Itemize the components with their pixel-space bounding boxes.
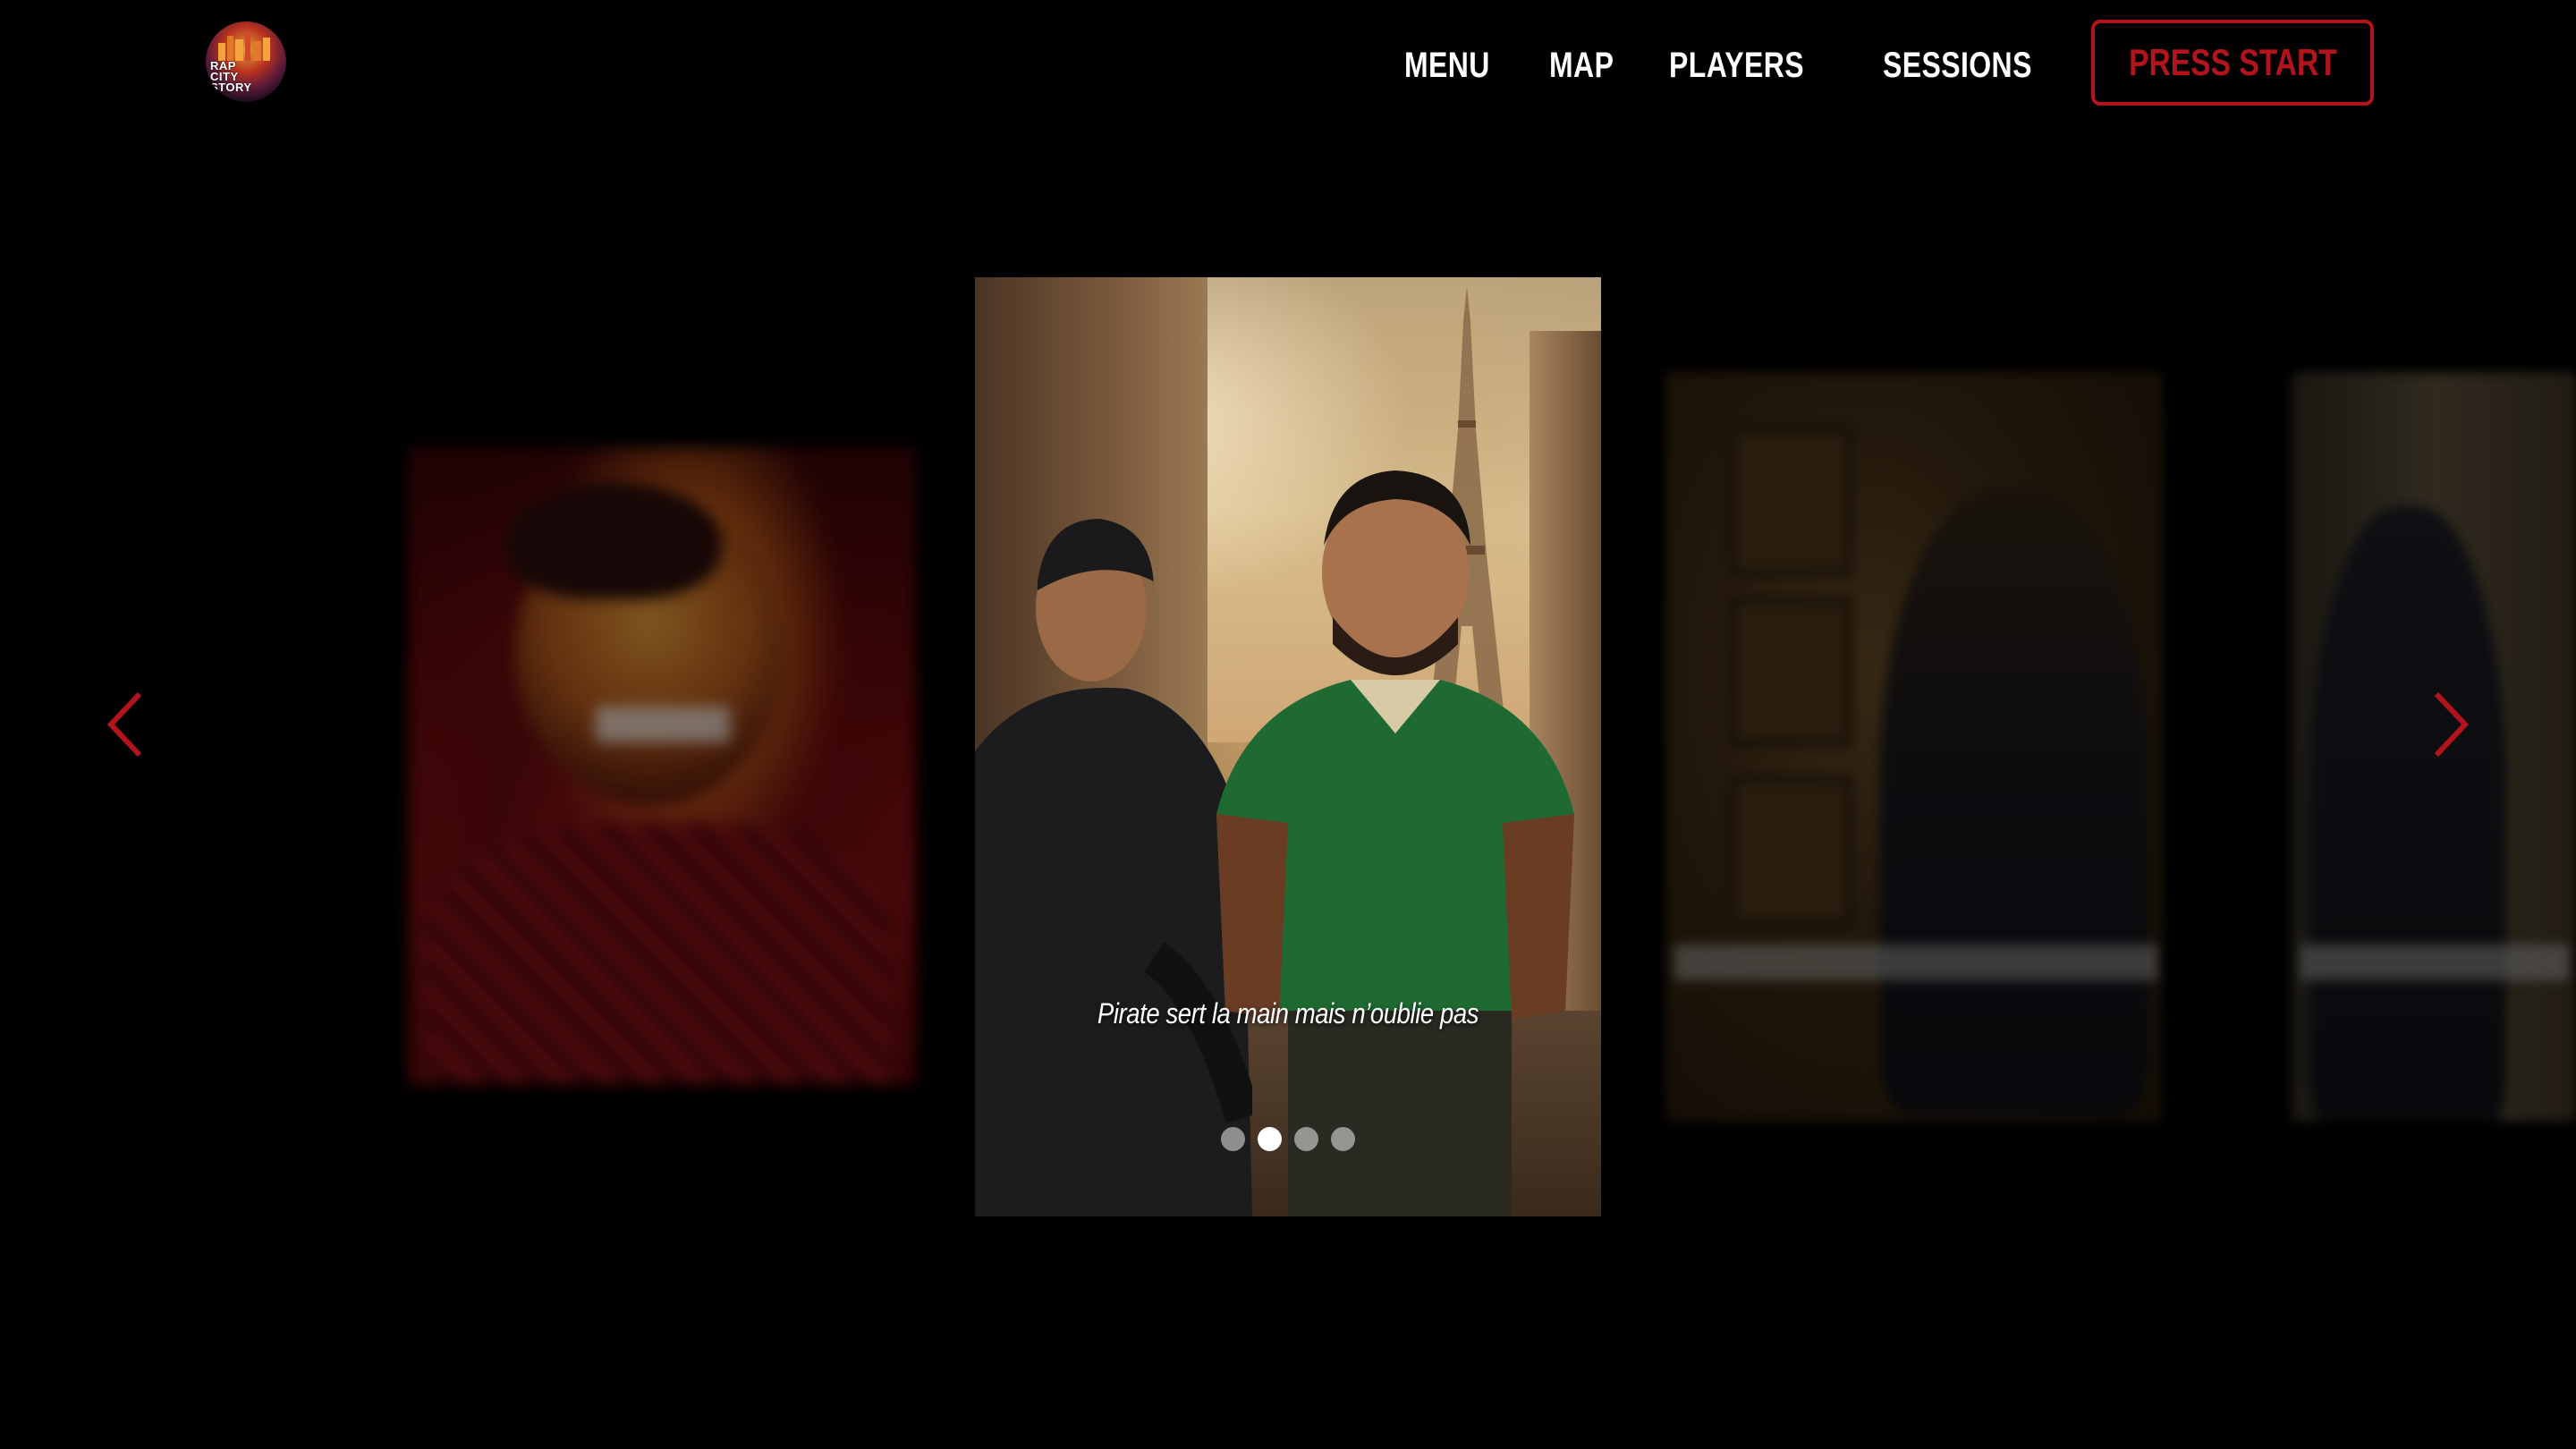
- slide-tag: [596, 707, 730, 742]
- carousel-dot[interactable]: [1221, 1127, 1245, 1151]
- nav-item-sessions[interactable]: SESSIONS: [1883, 36, 2032, 95]
- chevron-left-icon: [106, 691, 142, 758]
- page: RAP CITY STORY MENU MAP PLAYERS SESSIONS…: [0, 0, 2576, 1449]
- carousel-dot-active[interactable]: [1258, 1127, 1282, 1151]
- carousel-prev-button[interactable]: [100, 689, 154, 760]
- nav-item-menu[interactable]: MENU: [1404, 36, 1490, 95]
- slide-person-right: [1216, 470, 1574, 1216]
- main-nav: MENU MAP PLAYERS SESSIONS: [1404, 36, 2069, 95]
- carousel-dot[interactable]: [1331, 1127, 1355, 1151]
- brand-logo[interactable]: RAP CITY STORY: [206, 21, 286, 102]
- nav-item-players[interactable]: PLAYERS: [1669, 36, 1804, 95]
- carousel-next-button[interactable]: [2422, 689, 2476, 760]
- carousel-slide-current[interactable]: Pirate sert la main mais n’oublie pas: [975, 277, 1601, 1216]
- slide-person: [1880, 488, 2148, 1114]
- slide-cap: [506, 483, 721, 599]
- press-start-button[interactable]: PRESS START: [2091, 20, 2374, 106]
- slide-picture-frame: [1728, 775, 1853, 927]
- press-start-label: PRESS START: [2128, 41, 2337, 83]
- carousel-dot[interactable]: [1294, 1127, 1318, 1151]
- slide-picture-frame: [1728, 426, 1853, 578]
- carousel-dots: [1221, 1127, 1355, 1151]
- nav-item-map[interactable]: MAP: [1549, 36, 1614, 95]
- skyline-icon: [218, 32, 270, 61]
- slide-picture-frame: [1728, 596, 1853, 748]
- slide-shirt: [426, 823, 891, 1084]
- carousel-slide-previous[interactable]: [408, 447, 916, 1084]
- slide-caption: Pirate sert la main mais n’oublie pas: [1097, 997, 1479, 1030]
- slide-caption-blurred: [2301, 945, 2569, 980]
- slide-caption-blurred: [1674, 945, 2157, 980]
- slide-person: [2309, 506, 2506, 1122]
- chevron-right-icon: [2434, 691, 2470, 758]
- carousel-slide-next[interactable]: [1665, 372, 2163, 1122]
- brand-logo-text: RAP CITY STORY: [210, 59, 252, 94]
